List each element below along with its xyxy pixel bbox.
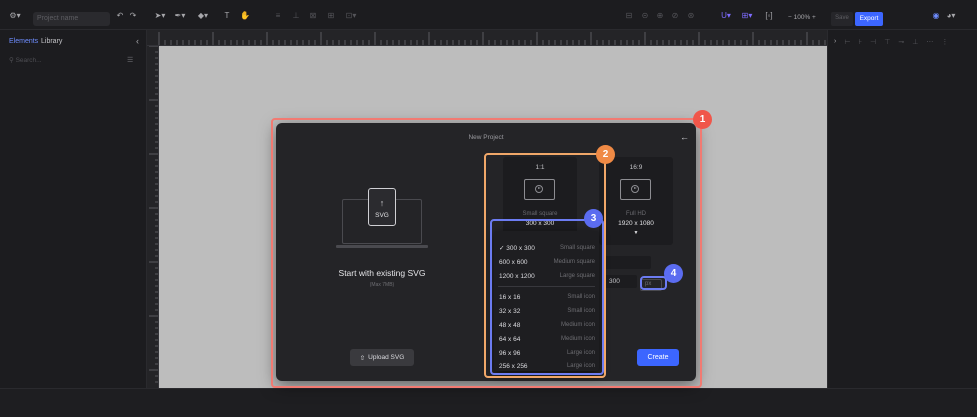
top-toolbar: ⚙▾ Project name ↶ ↷ ➤▾ ✒▾ ◆▾ T ✋ ≡ ⊥ ⊠ ⊞… (0, 0, 977, 30)
boolean-ops-icon[interactable]: ⊡▾ (344, 9, 358, 21)
ungroup-icon[interactable]: ⊞ (326, 9, 336, 21)
group-icon[interactable]: ⊠ (308, 9, 318, 21)
right-panel: › ⊢ ⊦ ⊣ ⊤ ⊸ ⊥ ⋯ ⋮ (827, 30, 977, 388)
tab-elements[interactable]: Elements (9, 38, 38, 45)
align-center-icon[interactable]: ⊦ (858, 38, 862, 46)
align-bottom-icon[interactable]: ⊥ (912, 38, 918, 46)
search-input[interactable]: ⚲ Search... (9, 56, 42, 64)
annotation-badge-3: 3 (584, 209, 603, 228)
align-right-icon[interactable]: ⊣ (870, 38, 876, 46)
lock-icon[interactable]: ⊝ (640, 9, 650, 21)
flip-icon[interactable]: ⊘ (670, 9, 680, 21)
ruler-horizontal (147, 30, 827, 46)
export-button[interactable]: Export (855, 12, 883, 26)
select-tool-icon[interactable]: ➤▾ (153, 9, 167, 21)
ruler-vertical (147, 46, 159, 388)
annotation-box-4 (640, 276, 667, 290)
align-left-icon[interactable]: ⊢ (844, 38, 850, 46)
annotation-box-3 (490, 219, 604, 375)
magnet-icon[interactable]: U▾ (719, 9, 733, 21)
align-toolbar: › ⊢ ⊦ ⊣ ⊤ ⊸ ⊥ ⋯ ⋮ (834, 38, 948, 46)
avatar[interactable]: ◕▾ (941, 9, 961, 21)
visibility-icon[interactable]: ⊕ (655, 9, 665, 21)
annotation-badge-2: 2 (596, 145, 615, 164)
save-button[interactable]: Save (831, 12, 853, 26)
zoom-level[interactable]: − 100% + (788, 14, 816, 21)
search-placeholder: Search... (15, 57, 42, 64)
pen-tool-icon[interactable]: ✒▾ (173, 9, 187, 21)
collapse-panel-icon[interactable]: ‹ (136, 36, 139, 46)
distribute-v-icon[interactable]: ⋮ (941, 38, 948, 46)
shapes-tool-icon[interactable]: ◆▾ (195, 9, 211, 21)
project-name-input[interactable]: Project name (33, 12, 110, 26)
fit-view-icon[interactable]: [◦] (762, 9, 776, 21)
distribute-h-icon[interactable]: ⋯ (926, 38, 933, 46)
redo-icon[interactable]: ↷ (128, 9, 138, 21)
align-icon[interactable]: ≡ (273, 9, 283, 21)
bottom-bar (0, 388, 977, 417)
undo-icon[interactable]: ↶ (115, 9, 125, 21)
tab-library[interactable]: Library (41, 38, 62, 45)
distribute-icon[interactable]: ⊥ (291, 9, 301, 21)
align-top-icon[interactable]: ⊤ (884, 38, 890, 46)
hand-tool-icon[interactable]: ✋ (240, 9, 250, 21)
frame-icon[interactable]: ⊟ (624, 9, 634, 21)
annotation-badge-4: 4 (664, 264, 683, 283)
filter-icon[interactable]: ☰ (127, 56, 133, 64)
app-menu-icon[interactable]: ⚙▾ (6, 9, 24, 21)
search-icon: ⚲ (9, 57, 14, 64)
align-middle-icon[interactable]: ⊸ (898, 38, 904, 46)
zoom-value: 100% (793, 14, 811, 21)
annotation-badge-1: 1 (693, 110, 712, 129)
collapse-right-icon[interactable]: › (834, 38, 836, 46)
grid-icon[interactable]: ⊞▾ (739, 9, 755, 21)
text-tool-icon[interactable]: T (222, 9, 232, 21)
settings-icon[interactable]: ⊛ (686, 9, 696, 21)
left-panel: Elements Library ‹ ⚲ Search... ☰ (0, 30, 147, 388)
